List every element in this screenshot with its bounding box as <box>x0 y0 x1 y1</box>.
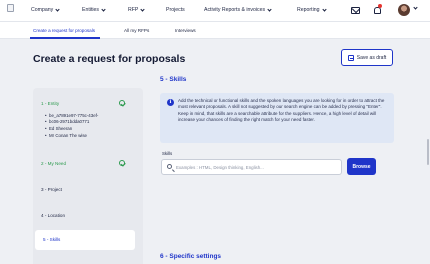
step-skills-label: 5 - Skills <box>43 237 61 242</box>
nav-rfp-label: RFP <box>128 7 139 13</box>
tab-create-rfp[interactable]: Create a request for proposals <box>33 28 95 33</box>
nav-projects-label: Projects <box>166 7 185 13</box>
entity-detail-item: Ed Sheeran <box>45 126 72 131</box>
chevron-down-icon <box>321 6 327 12</box>
nav-company[interactable]: Company <box>31 6 60 13</box>
browse-button[interactable]: Browse <box>347 158 376 175</box>
chevron-down-icon <box>140 6 145 12</box>
avatar[interactable] <box>398 4 410 16</box>
nav-entities-label: Entities <box>82 7 100 13</box>
save-as-draft-label: Save as draft <box>356 54 387 61</box>
nav-activity-reports[interactable]: Activity Reports & invoices <box>204 6 272 13</box>
nav-entities[interactable]: Entities <box>82 6 106 13</box>
chevron-down-icon <box>101 6 106 12</box>
nav-projects[interactable]: Projects <box>166 7 185 13</box>
entity-detail-item: Mr Conan The wise <box>45 133 87 138</box>
skills-section-title: 5 - Skills <box>160 76 187 83</box>
nav-activity-reports-label: Activity Reports & invoices <box>204 7 266 13</box>
top-navigation: Company Entities RFP Projects Activity R… <box>0 0 430 22</box>
skills-field-label: Skills <box>162 151 173 156</box>
mail-icon[interactable] <box>351 7 360 14</box>
save-icon <box>347 54 354 61</box>
logo-image-icon[interactable] <box>7 4 14 12</box>
step-entity[interactable]: 1 - Entity <box>41 101 59 106</box>
chevron-down-icon[interactable] <box>413 5 418 10</box>
info-icon: i <box>167 99 174 106</box>
notification-dot <box>378 4 382 8</box>
check-circle-icon <box>119 100 125 106</box>
skills-info-box: i Add the technical or functional skills… <box>160 93 394 143</box>
bell-icon[interactable] <box>374 7 381 14</box>
search-icon <box>167 164 172 169</box>
nav-company-label: Company <box>31 7 54 13</box>
chevron-down-icon <box>55 6 60 12</box>
step-location[interactable]: 4 - Location <box>41 213 65 218</box>
active-tab-indicator <box>30 37 100 39</box>
tab-all-my-rfps[interactable]: All my RFPs <box>124 28 149 33</box>
check-circle-icon <box>119 160 125 166</box>
entity-detail-item: bc06-2971bdda0771 <box>45 119 89 124</box>
step-my-need[interactable]: 2 - My Need <box>41 161 66 166</box>
step-project[interactable]: 3 - Project <box>41 187 62 192</box>
skills-placeholder: Examples : HTML, Design thinking, Englis… <box>176 164 264 170</box>
specific-settings-title: 6 - Specific settings <box>160 253 222 260</box>
page-title: Create a request for proposals <box>33 53 186 65</box>
step-skills[interactable]: 5 - Skills <box>35 230 135 250</box>
skills-search-input[interactable]: Examples : HTML, Design thinking, Englis… <box>161 159 342 175</box>
nav-rfp[interactable]: RFP <box>128 6 145 13</box>
nav-reporting[interactable]: Reporting <box>297 6 327 13</box>
save-as-draft-button[interactable]: Save as draft <box>341 49 393 66</box>
steps-panel: 1 - Entity be_a7891e97-775c-43ef- bc06-2… <box>33 88 143 264</box>
skills-info-text: Add the technical or functional skills a… <box>178 98 385 123</box>
entity-detail-item: be_a7891e97-775c-43ef- <box>45 113 98 118</box>
chevron-down-icon <box>267 6 272 12</box>
nav-reporting-label: Reporting <box>297 7 320 13</box>
tab-interviews[interactable]: Interviews <box>175 28 196 33</box>
scrollbar-thumb[interactable] <box>427 139 429 165</box>
